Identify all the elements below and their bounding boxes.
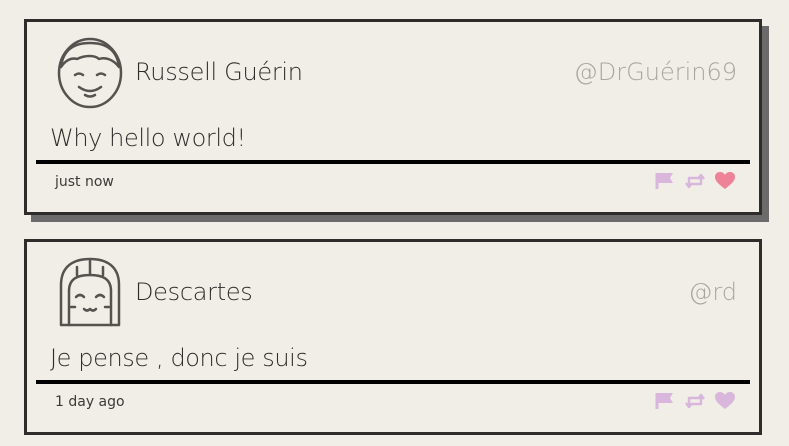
retweet-icon[interactable] (685, 172, 705, 190)
tweet-handle[interactable]: @DrGuérin69 (574, 58, 737, 86)
retweet-icon[interactable] (685, 392, 705, 410)
tweet-actions (655, 392, 735, 410)
divider (36, 380, 750, 384)
tweet-message: Why hello world! (50, 124, 246, 152)
tweet-author[interactable]: Russell Guérin (135, 58, 303, 86)
flag-icon[interactable] (655, 392, 675, 410)
heart-icon[interactable] (715, 392, 735, 410)
tweet-card: Russell Guérin @DrGuérin69 Why hello wor… (24, 19, 762, 215)
flag-icon[interactable] (655, 172, 675, 190)
man-face-icon (57, 37, 123, 109)
tweet-handle[interactable]: @rd (688, 278, 737, 306)
tweet-feed: Russell Guérin @DrGuérin69 Why hello wor… (0, 0, 789, 446)
tweet-card: Descartes @rd Je pense , donc je suis 1 … (24, 239, 762, 435)
tweet-message: Je pense , donc je suis (50, 344, 308, 372)
tweet-author[interactable]: Descartes (135, 278, 253, 306)
divider (36, 160, 750, 164)
tweet-actions (655, 172, 735, 190)
woman-face-icon (59, 257, 121, 327)
tweet-timestamp: 1 day ago (55, 394, 125, 410)
heart-icon[interactable] (715, 172, 735, 190)
tweet-timestamp: just now (55, 174, 114, 190)
